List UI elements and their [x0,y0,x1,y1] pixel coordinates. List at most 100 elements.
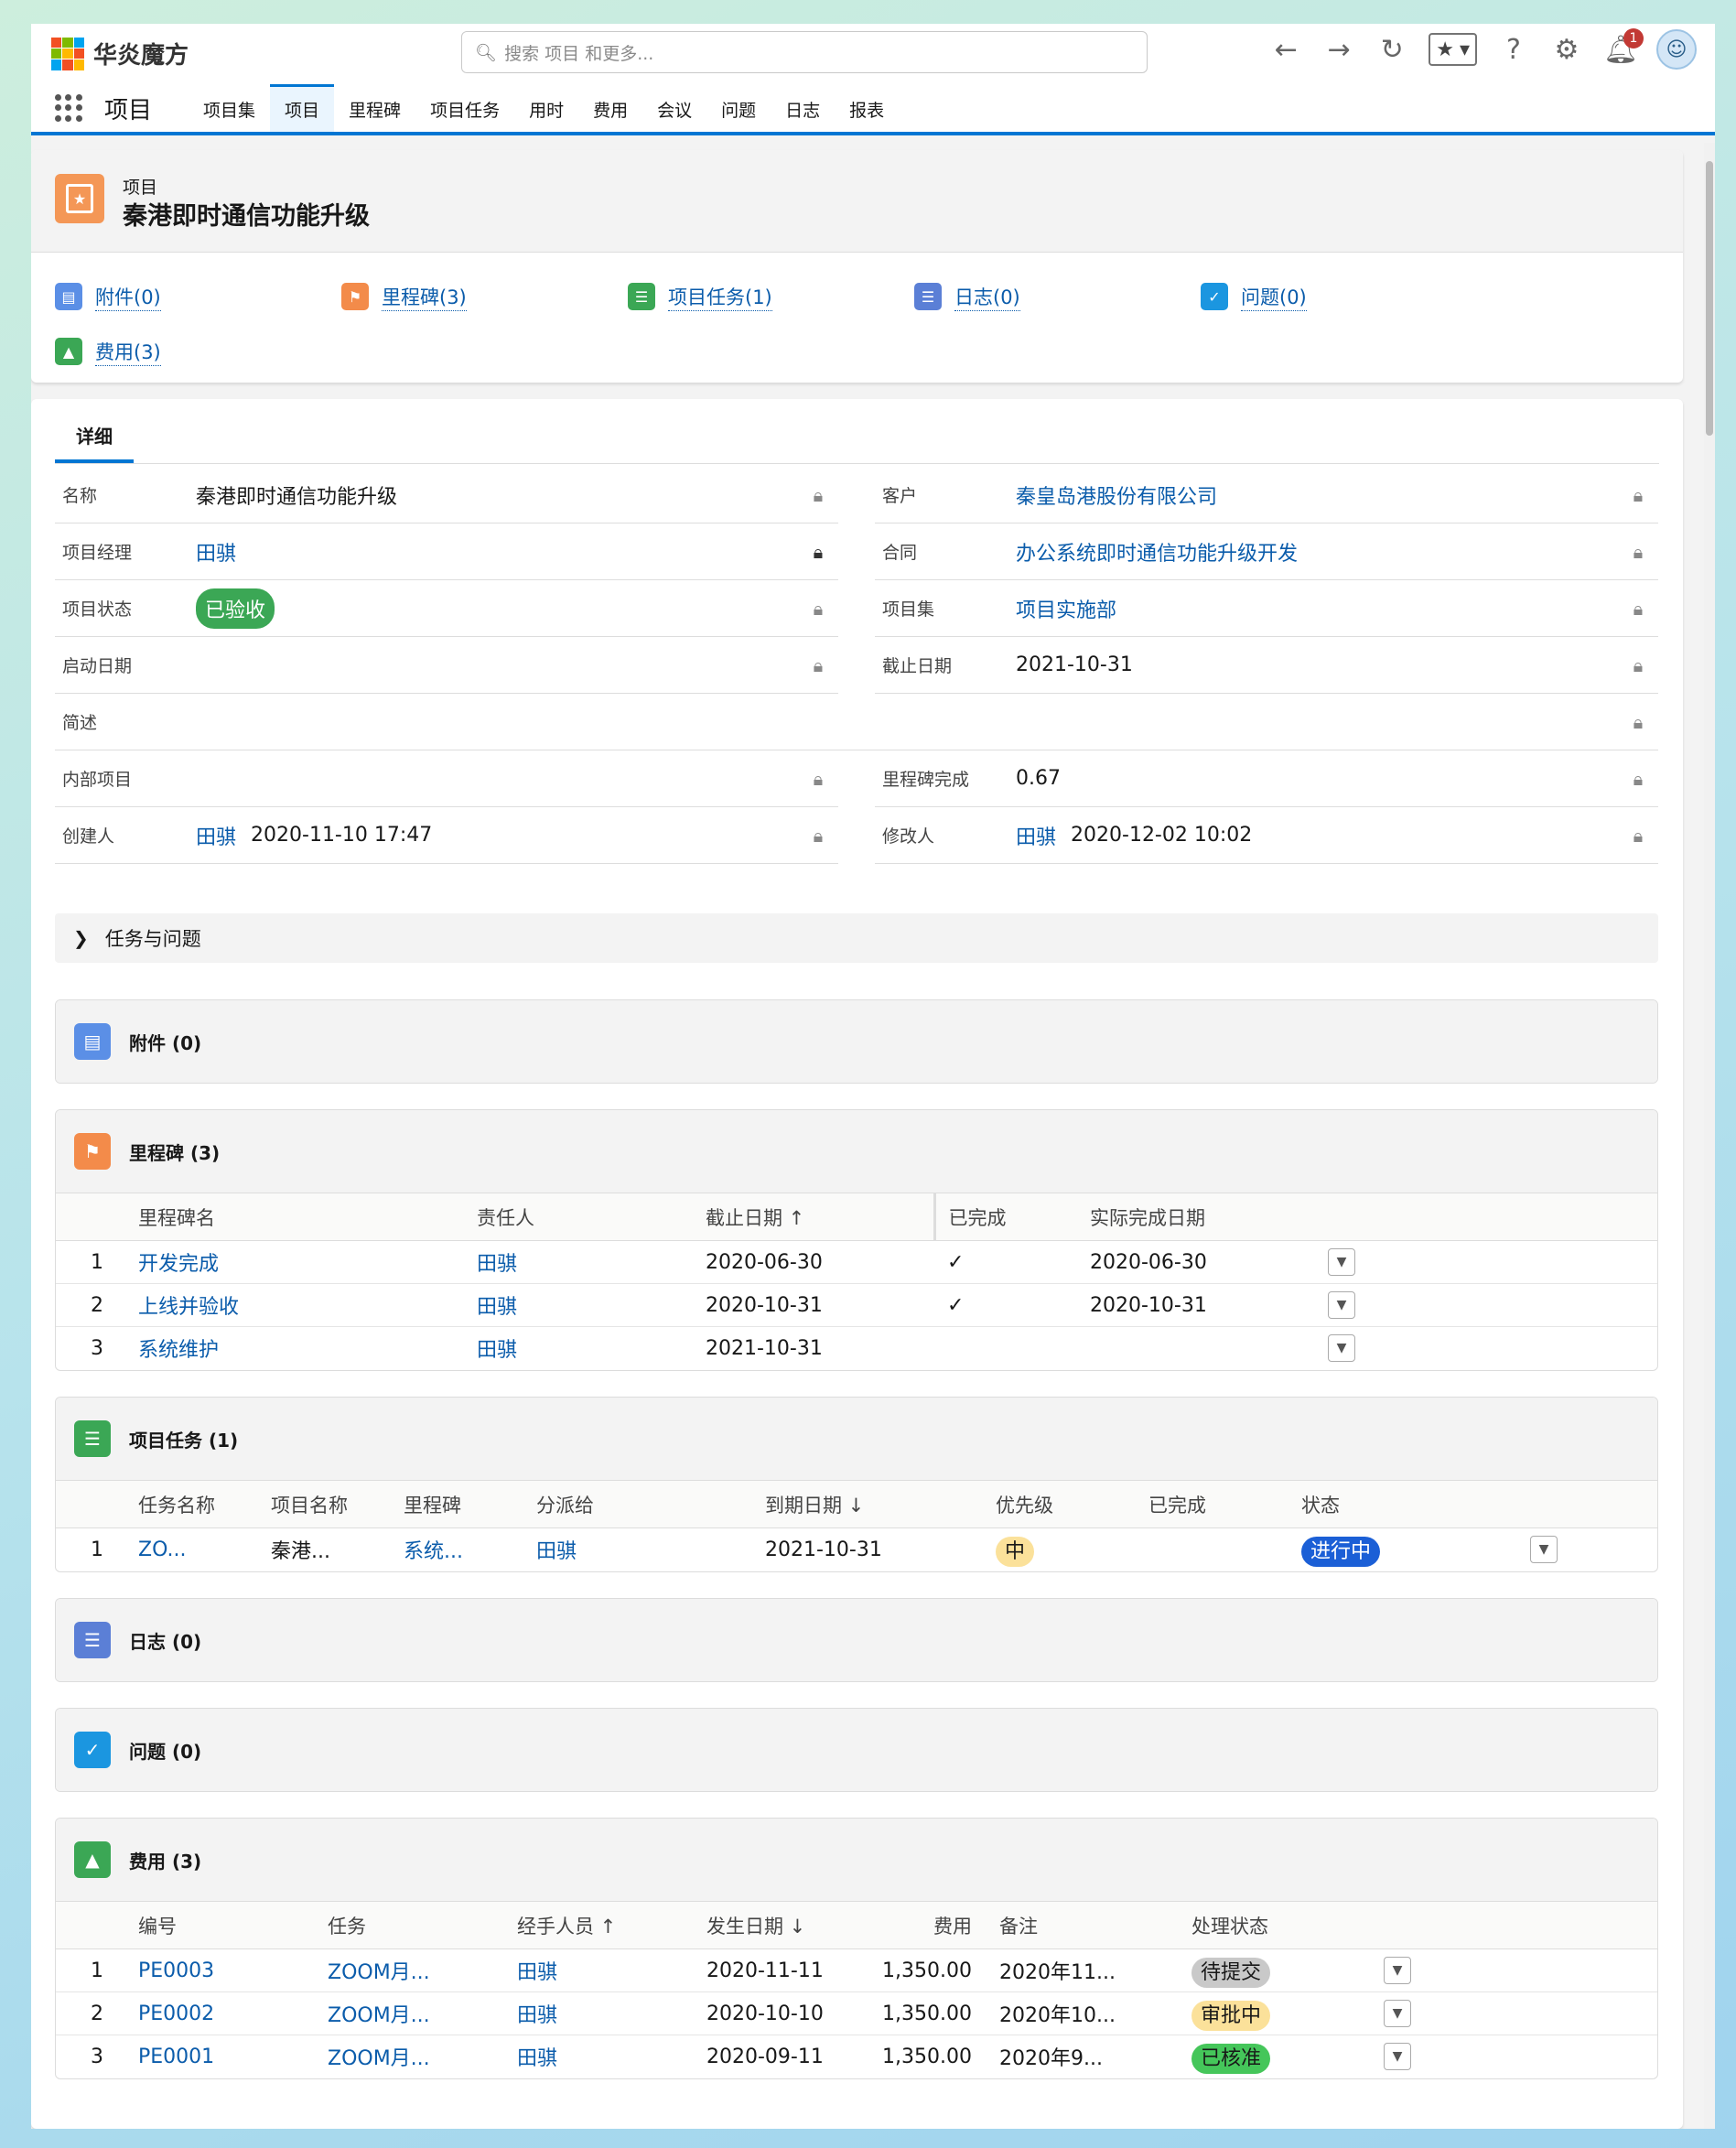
milestone-link[interactable]: 系统维护 [138,1339,219,1362]
column-header[interactable]: 里程碑名 [138,1193,477,1241]
expense-link[interactable]: PE0001 [138,2045,214,2068]
expense-link[interactable]: PE0003 [138,1959,214,1982]
app-launcher-icon[interactable] [53,92,84,124]
help-icon[interactable]: ? [1497,34,1530,66]
quick-link-logs[interactable]: ☰ 日志(0) [914,269,1201,324]
refresh-icon[interactable]: ↻ [1375,34,1408,66]
owner-link[interactable]: 田骐 [477,1339,517,1362]
user-avatar[interactable]: ☺ [1656,29,1697,70]
bell-icon[interactable]: 🔔︎ 1 [1603,27,1644,66]
task-link[interactable]: ZOOM月... [328,2047,430,2070]
column-header[interactable]: 截止日期 ↑ [706,1193,936,1241]
lock-icon: 🔒︎ [813,597,824,620]
row-actions-button[interactable]: ▼ [1384,2043,1411,2071]
quick-link-issues[interactable]: ✓ 问题(0) [1201,269,1487,324]
status-badge: 待提交 [1191,1958,1271,1988]
modifier-link[interactable]: 田骐 [1016,821,1056,850]
column-header[interactable]: 费用 [880,1901,999,1949]
field-modified-by: 修改人 田骐 2020-12-02 10:02 🔒︎ [875,807,1658,864]
section-tasks-issues[interactable]: ❯ 任务与问题 [55,913,1658,963]
column-header[interactable]: 项目名称 [271,1480,404,1528]
column-header[interactable]: 处理状态 [1191,1901,1384,1949]
row-actions-button[interactable]: ▼ [1328,1334,1355,1363]
tab-log[interactable]: 日志 [771,84,835,132]
quick-link-tasks[interactable]: ☰ 项目任务(1) [628,269,914,324]
tab-program[interactable]: 项目集 [189,84,270,132]
task-link[interactable]: ZO... [138,1538,186,1561]
column-header[interactable]: 里程碑 [404,1480,536,1528]
milestone-link[interactable]: 系统... [404,1540,463,1563]
column-header[interactable]: 发生日期 ↓ [706,1901,880,1949]
related-list-title[interactable]: 附件 (0) [129,1029,201,1055]
column-header[interactable]: 已完成 [934,1193,1090,1241]
column-header[interactable]: 责任人 [477,1193,706,1241]
row-actions-button[interactable]: ▼ [1384,2000,1411,2027]
app-name: 项目 [104,96,153,124]
related-list-title[interactable]: 日志 (0) [129,1627,201,1654]
tab-details[interactable]: 详细 [55,410,134,463]
column-header[interactable]: 编号 [138,1901,328,1949]
column-header[interactable]: 经手人员 ↑ [517,1901,706,1949]
customer-link[interactable]: 秦皇岛港股份有限公司 [1016,480,1217,510]
field-customer: 客户 秦皇岛港股份有限公司 🔒︎ [875,467,1658,524]
tab-meeting[interactable]: 会议 [642,84,706,132]
back-arrow-icon[interactable]: ← [1269,34,1302,66]
owner-link[interactable]: 田骐 [477,1253,517,1276]
column-header[interactable]: 备注 [999,1901,1191,1949]
column-header[interactable]: 实际完成日期 [1090,1193,1328,1241]
row-actions-button[interactable]: ▼ [1530,1536,1558,1564]
tab-project-task[interactable]: 项目任务 [415,84,514,132]
tab-expense[interactable]: 费用 [578,84,642,132]
column-header[interactable]: 任务 [328,1901,517,1949]
field-status: 项目状态 已验收 🔒︎ [55,580,838,637]
task-link[interactable]: ZOOM月... [328,1961,430,1984]
tab-project[interactable]: 项目 [270,84,335,132]
quick-link-expenses[interactable]: ▲ 费用(3) [55,324,341,379]
quick-link-milestones[interactable]: ⚑ 里程碑(3) [341,269,628,324]
tab-issue[interactable]: 问题 [706,84,771,132]
expenses-table: 编号 任务 经手人员 ↑ 发生日期 ↓ 费用 备注 处理状态 1 PE0003 … [56,1901,1657,2078]
manager-link[interactable]: 田骐 [196,537,236,567]
related-list-title[interactable]: 费用 (3) [129,1847,201,1873]
row-actions-button[interactable]: ▼ [1384,1957,1411,1984]
column-header[interactable]: 到期日期 ↓ [765,1480,996,1528]
tab-timesheet[interactable]: 用时 [514,84,578,132]
record-header-card: ★ 项目 秦港即时通信功能升级 ▤ 附件(0) ⚑ 里程碑(3) ☰ 项目任务(… [31,150,1683,383]
layers-icon: ☰ [74,1622,111,1658]
handler-link[interactable]: 田骐 [517,2004,557,2027]
column-header[interactable]: 任务名称 [138,1480,271,1528]
forward-arrow-icon[interactable]: → [1322,34,1355,66]
handler-link[interactable]: 田骐 [517,2047,557,2070]
expense-link[interactable]: PE0002 [138,2002,214,2025]
milestone-link[interactable]: 开发完成 [138,1253,219,1276]
page-scrollbar[interactable] [1704,143,1715,2129]
owner-link[interactable]: 田骐 [477,1296,517,1319]
column-header[interactable]: 已完成 [1148,1480,1301,1528]
app-logo[interactable]: 华炎魔方 [51,37,189,70]
related-list-attachments: ▤ 附件 (0) [55,999,1658,1084]
clipboard-icon: ✓ [74,1732,111,1768]
related-list-title[interactable]: 问题 (0) [129,1737,201,1764]
row-actions-button[interactable]: ▼ [1328,1248,1355,1276]
assignee-link[interactable]: 田骐 [536,1540,577,1563]
tab-milestone[interactable]: 里程碑 [334,84,415,132]
related-list-title[interactable]: 里程碑 (3) [129,1139,220,1165]
column-header[interactable]: 分派给 [536,1480,765,1528]
creator-link[interactable]: 田骐 [196,821,236,850]
contract-link[interactable]: 办公系统即时通信功能升级开发 [1016,537,1298,567]
clipboard-icon: ✓ [1201,283,1228,310]
gear-icon[interactable]: ⚙ [1550,34,1583,66]
milestone-link[interactable]: 上线并验收 [138,1296,239,1319]
task-link[interactable]: ZOOM月... [328,2004,430,2027]
global-search[interactable]: 🔍︎ 搜索 项目 和更多... [461,31,1148,73]
notification-badge: 1 [1623,27,1644,49]
quick-link-attachments[interactable]: ▤ 附件(0) [55,269,341,324]
handler-link[interactable]: 田骐 [517,1961,557,1984]
column-header[interactable]: 状态 [1301,1480,1530,1528]
program-link[interactable]: 项目实施部 [1016,594,1116,623]
row-actions-button[interactable]: ▼ [1328,1291,1355,1319]
favorites-button[interactable]: ★ ▾ [1429,33,1477,66]
tab-report[interactable]: 报表 [835,84,899,132]
related-list-title[interactable]: 项目任务 (1) [129,1426,238,1452]
column-header[interactable]: 优先级 [996,1480,1148,1528]
